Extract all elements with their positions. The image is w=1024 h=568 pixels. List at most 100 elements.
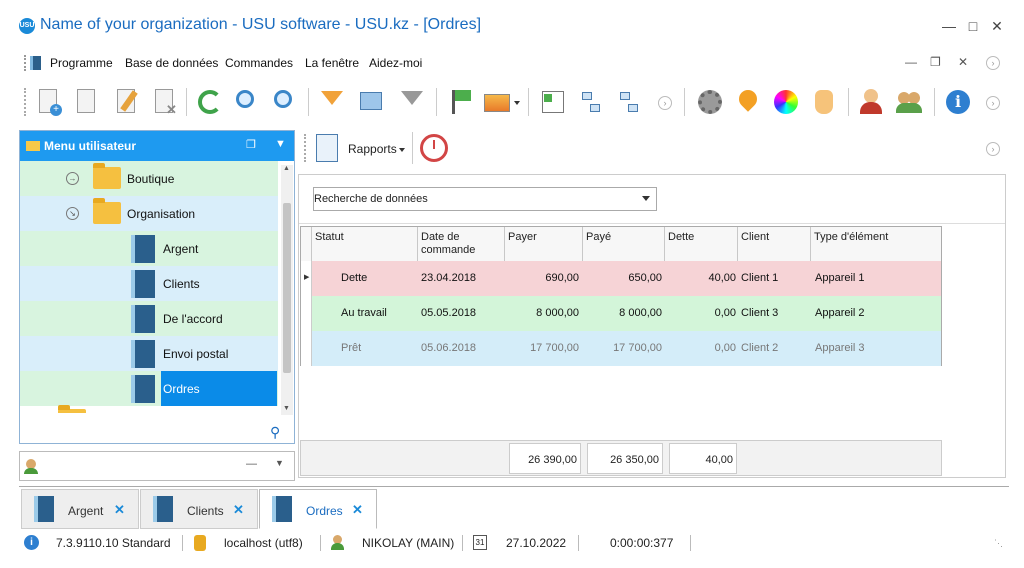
cell-payer: 17 700,00	[530, 342, 579, 354]
window-title: Name of your organization - USU software…	[40, 16, 482, 33]
users-button[interactable]	[894, 86, 926, 118]
copy-record-button[interactable]	[70, 86, 102, 118]
tree-collapse-button[interactable]	[614, 86, 646, 118]
settings-button[interactable]	[694, 86, 726, 118]
tree-item-envoi-postal[interactable]: Envoi postal	[20, 336, 278, 371]
chevron-right-icon[interactable]: ›	[658, 96, 672, 110]
tree-item-ordres[interactable]: Ordres	[20, 371, 278, 406]
filter-edit-button[interactable]	[356, 86, 388, 118]
tree-down-icon	[582, 92, 592, 100]
edit-record-button[interactable]	[110, 86, 142, 118]
column-header-dette[interactable]: Dette	[665, 227, 738, 261]
minimize-button[interactable]: —	[938, 16, 960, 36]
delete-record-button[interactable]: ✕	[148, 86, 180, 118]
column-header-type[interactable]: Type d'élément	[811, 227, 941, 261]
flag-icon	[455, 90, 471, 101]
panel-float-button[interactable]: ❐	[246, 138, 256, 151]
collapse-icon[interactable]: ↘	[66, 207, 79, 220]
chevron-right-icon[interactable]: ›	[986, 96, 1000, 110]
column-header-paye[interactable]: Payé	[583, 227, 665, 261]
mdi-close-button[interactable]: ✕	[958, 55, 968, 69]
column-header-date[interactable]: Date de commande	[418, 227, 505, 261]
current-row-icon: ▶	[304, 274, 310, 281]
chevron-right-icon[interactable]: ›	[986, 142, 1000, 156]
advanced-search-button[interactable]	[270, 86, 302, 118]
scroll-thumb[interactable]	[283, 203, 291, 373]
expand-icon[interactable]: →	[66, 172, 79, 185]
scroll-up-icon[interactable]: ▲	[283, 165, 290, 172]
tree-expand-button[interactable]	[576, 86, 608, 118]
status-separator	[320, 535, 321, 551]
tree-scrollbar[interactable]: ▲ ▼	[281, 165, 293, 415]
table-row[interactable]: ▶ Dette 23.04.2018 690,00 650,00 40,00 C…	[301, 261, 941, 296]
resize-grip-icon[interactable]: ⋱	[994, 538, 1003, 549]
dropdown-arrow-icon[interactable]	[642, 196, 650, 201]
column-header-client[interactable]: Client	[738, 227, 811, 261]
menu-window[interactable]: La fenêtre	[305, 56, 359, 70]
book-icon	[131, 235, 155, 263]
panel-minimize-button[interactable]: —	[246, 458, 257, 470]
image-button[interactable]	[482, 86, 522, 118]
flag-button[interactable]	[444, 86, 476, 118]
reports-button[interactable]: Rapports	[348, 142, 397, 156]
panel-pin-button[interactable]: ▼	[275, 458, 284, 468]
search-combobox[interactable]: Recherche de données	[313, 187, 657, 211]
menu-programme[interactable]: Programme	[50, 56, 113, 70]
add-record-button[interactable]: +	[32, 86, 64, 118]
info-icon: i	[24, 535, 39, 550]
menu-database[interactable]: Base de données	[125, 56, 218, 70]
panel-pin-button[interactable]: ▼	[275, 138, 286, 150]
tab-label: Argent	[68, 504, 104, 518]
tree-item-boutique[interactable]: → Boutique	[20, 161, 278, 196]
close-tab-icon[interactable]: ✕	[352, 502, 363, 518]
close-tab-icon[interactable]: ✕	[233, 502, 244, 518]
filter-apply-button[interactable]	[396, 86, 428, 118]
tab-clients[interactable]: Clients ✕	[140, 489, 258, 529]
column-header-payer[interactable]: Payer	[505, 227, 583, 261]
mdi-minimize-button[interactable]: —	[905, 55, 917, 69]
tab-argent[interactable]: Argent ✕	[21, 489, 139, 529]
menu-grip[interactable]	[24, 55, 26, 71]
expand-button[interactable]	[538, 86, 570, 118]
filter-apply-icon	[401, 91, 423, 105]
color-button[interactable]	[770, 86, 802, 118]
totals-footer: 26 390,00 26 350,00 40,00	[300, 440, 942, 476]
tree-item-accord[interactable]: De l'accord	[20, 301, 278, 336]
toolbar-separator	[412, 132, 413, 164]
info-button[interactable]: i	[942, 86, 974, 118]
tree-item-clients[interactable]: Clients	[20, 266, 278, 301]
tree-item-organisation[interactable]: ↘ Organisation	[20, 196, 278, 231]
search-button[interactable]	[232, 86, 264, 118]
filter-button[interactable]	[316, 86, 348, 118]
plus-square-icon	[544, 94, 552, 102]
close-button[interactable]: ✕	[986, 16, 1008, 36]
table-row[interactable]: Au travail 05.05.2018 8 000,00 8 000,00 …	[301, 296, 941, 331]
clock-button[interactable]	[420, 134, 448, 162]
cell-type: Appareil 3	[815, 342, 865, 354]
user-button[interactable]	[856, 86, 888, 118]
location-button[interactable]	[732, 86, 764, 118]
toolbar-grip[interactable]	[24, 88, 26, 116]
chevron-right-icon[interactable]: ›	[986, 56, 1000, 70]
tree-item-argent[interactable]: Argent	[20, 231, 278, 266]
tree-item-partial[interactable]	[20, 405, 278, 413]
x-icon: ✕	[166, 102, 177, 117]
hand-button[interactable]	[808, 86, 840, 118]
total-payer: 26 390,00	[509, 443, 581, 474]
tab-ordres[interactable]: Ordres ✕	[259, 489, 377, 529]
table-row[interactable]: Prêt 05.06.2018 17 700,00 17 700,00 0,00…	[301, 331, 941, 366]
scroll-down-icon[interactable]: ▼	[283, 405, 290, 412]
menu-commands[interactable]: Commandes	[225, 56, 293, 70]
divider	[299, 223, 1005, 224]
plus-icon: +	[50, 104, 62, 116]
column-header-statut[interactable]: Statut	[312, 227, 418, 261]
search-icon[interactable]: ⚲	[270, 424, 280, 441]
menu-help[interactable]: Aidez-moi	[369, 56, 422, 70]
toolbar-grip[interactable]	[304, 134, 306, 162]
maximize-button[interactable]: □	[962, 16, 984, 36]
mdi-restore-button[interactable]: ❐	[930, 55, 941, 69]
clock-icon	[433, 140, 435, 149]
refresh-button[interactable]	[194, 86, 226, 118]
close-tab-icon[interactable]: ✕	[114, 502, 125, 518]
cell-statut: Dette	[341, 272, 368, 284]
